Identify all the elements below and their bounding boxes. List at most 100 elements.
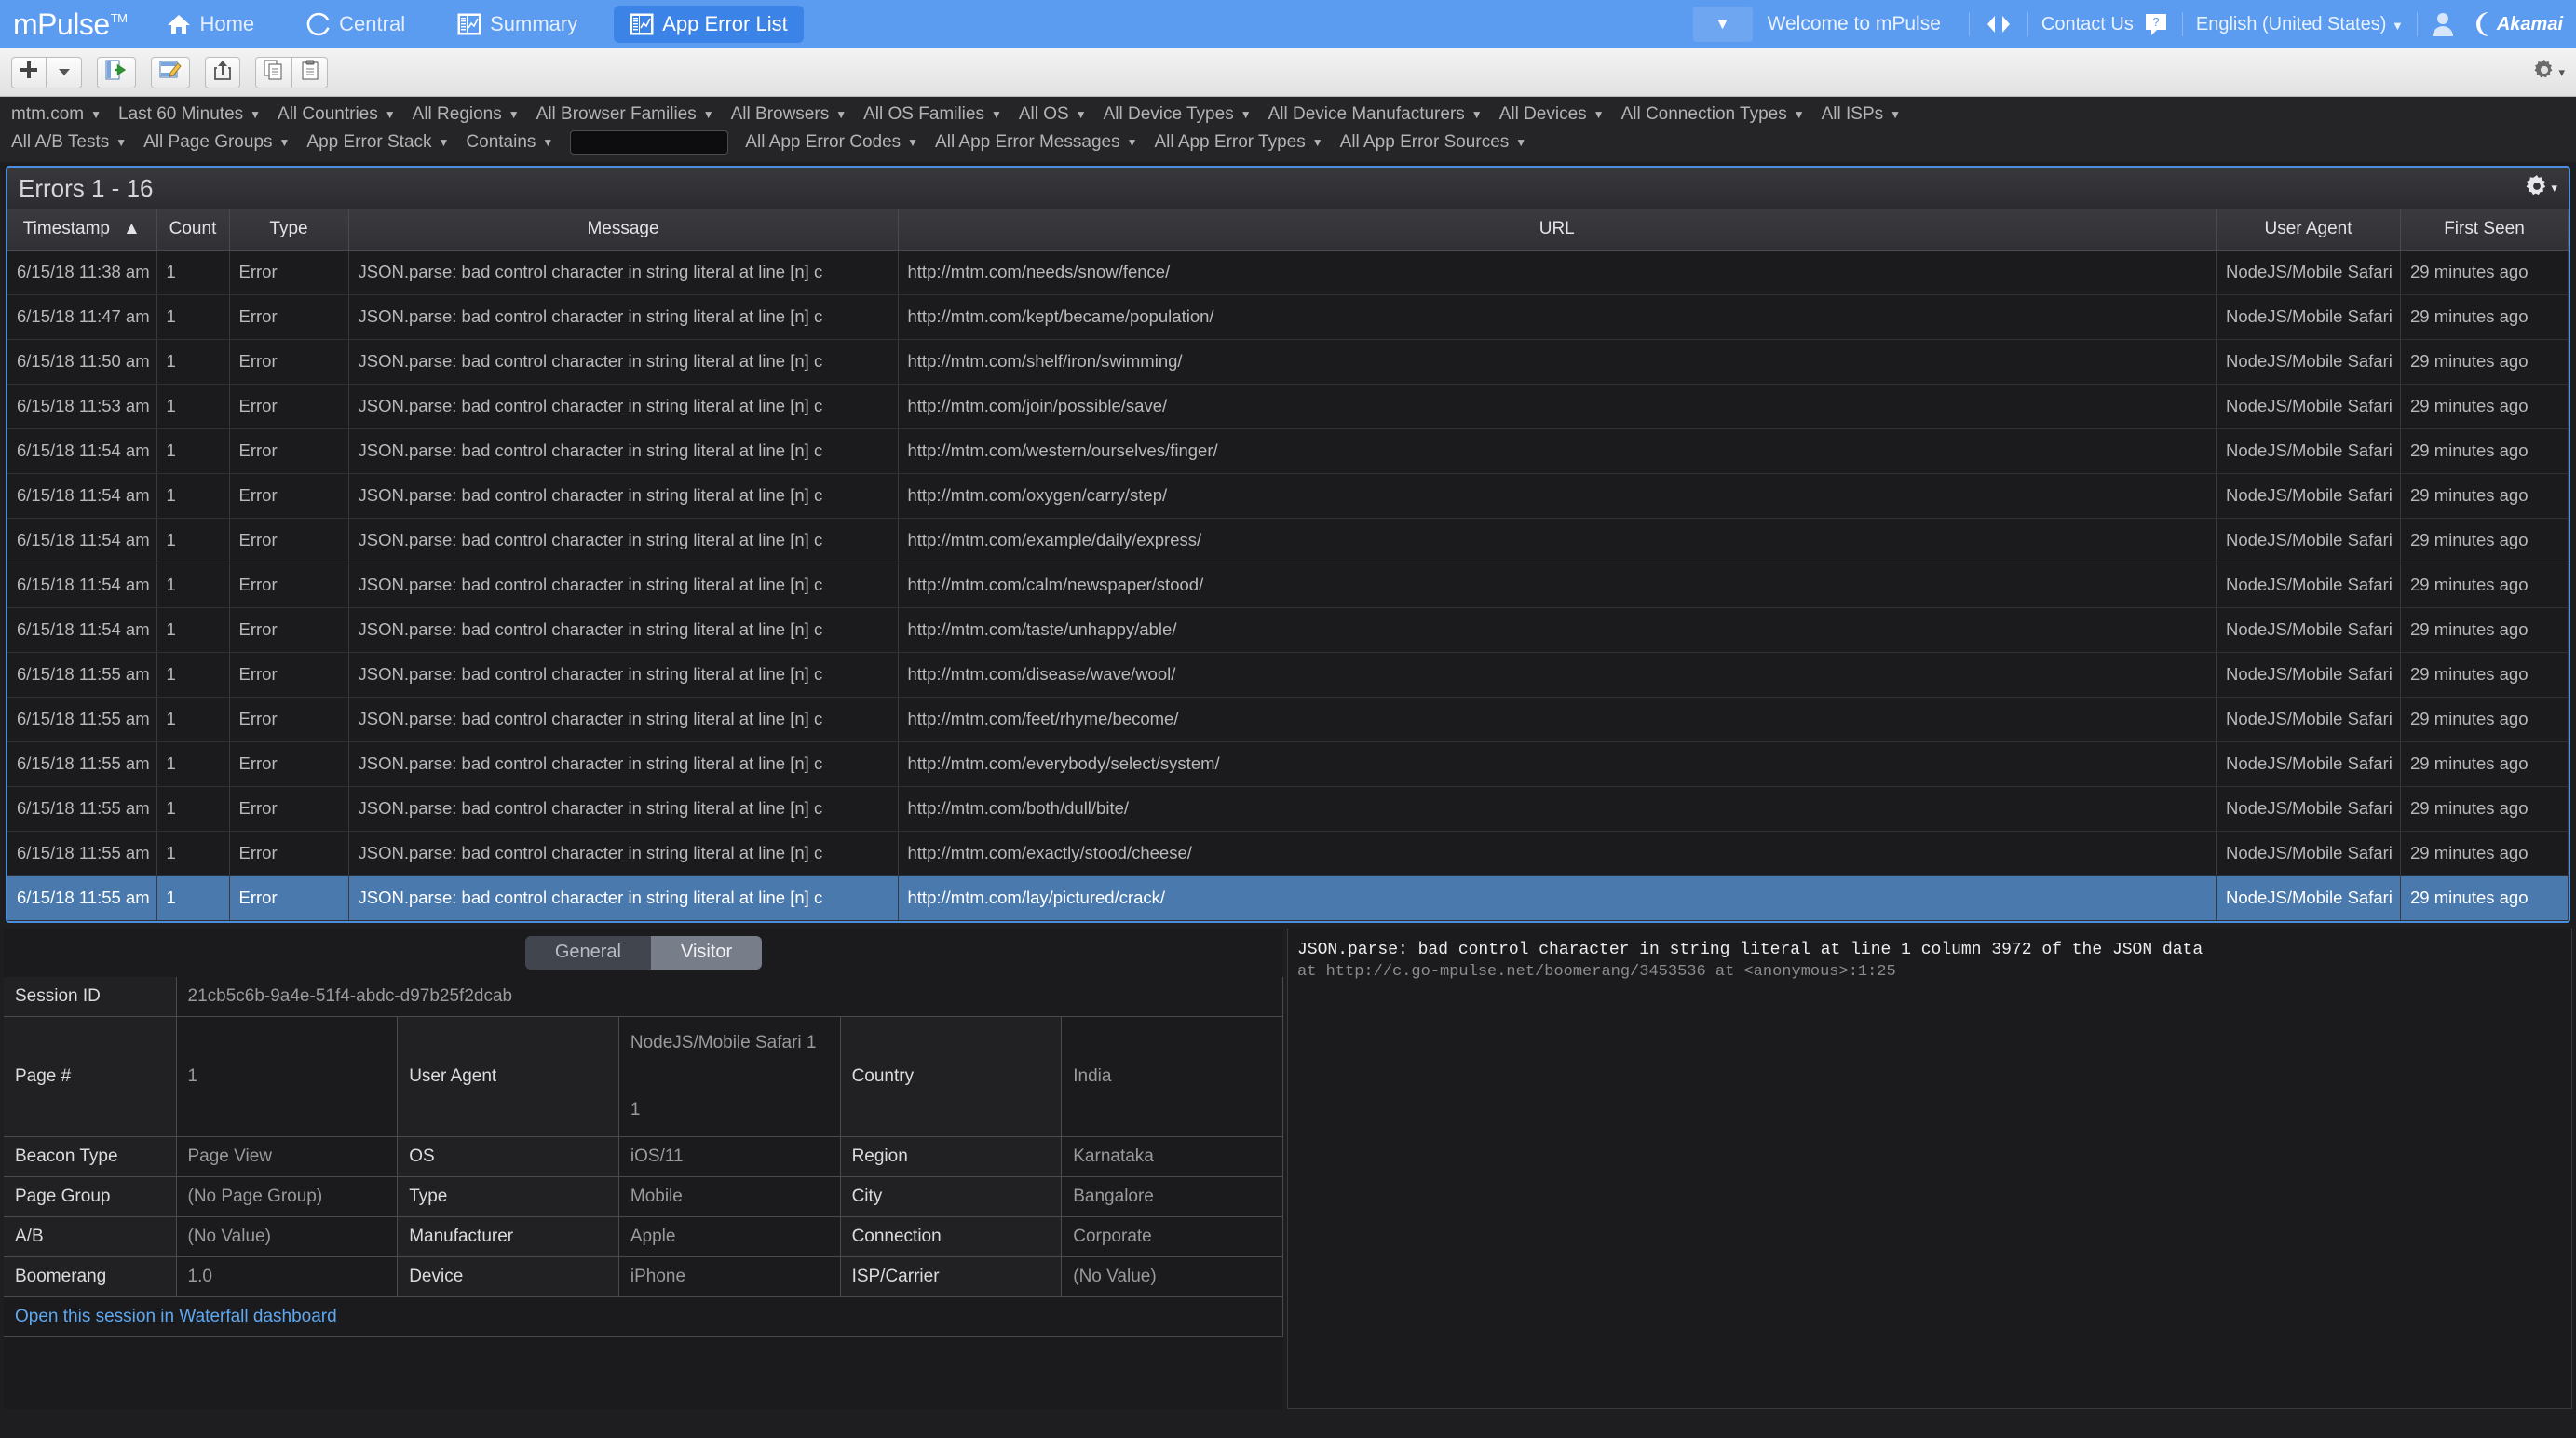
toolbar-settings-button[interactable]: ▾ [2533, 59, 2565, 86]
contact-us-link[interactable]: Contact Us [2041, 14, 2134, 35]
language-selector[interactable]: English (United States) ▼ [2196, 14, 2404, 35]
table-row[interactable]: 6/15/18 11:53 am 1 Error JSON.parse: bad co… [7, 384, 2569, 429]
mpulse-logo[interactable]: mPulse TM [0, 7, 128, 42]
help-icon[interactable]: ? [2143, 11, 2169, 37]
cell-count: 1 [156, 741, 230, 787]
nav-tab-home[interactable]: Home [151, 6, 270, 43]
caret-down-icon: ▼ [1593, 108, 1605, 121]
add-dropdown-button[interactable] [47, 56, 82, 88]
open-dashboard-button[interactable] [97, 56, 136, 88]
open-waterfall-dashboard-link[interactable]: Open this session in Waterfall dashboard [15, 1307, 337, 1326]
filter-all-browsers[interactable]: All Browsers ▼ [731, 102, 847, 127]
column-header-count[interactable]: Count [156, 209, 230, 251]
table-row[interactable]: 6/15/18 11:55 am 1 Error JSON.parse: bad co… [7, 831, 2569, 876]
filter-all-app-error-messages[interactable]: All App Error Messages ▼ [935, 130, 1137, 155]
table-row[interactable]: 6/15/18 11:55 am 1 Error JSON.parse: bad co… [7, 741, 2569, 787]
filter-all-isps[interactable]: All ISPs ▼ [1822, 102, 1901, 127]
cell-user-agent: NodeJS/Mobile Safari [2216, 294, 2401, 340]
table-row[interactable]: 6/15/18 11:54 am 1 Error JSON.parse: bad co… [7, 607, 2569, 653]
filter-label: All OS Families [863, 104, 984, 124]
filter-contains[interactable]: Contains ▼ [466, 130, 553, 155]
filter-all-app-error-types[interactable]: All App Error Types ▼ [1154, 130, 1322, 155]
paste-button[interactable] [292, 56, 328, 88]
table-row[interactable]: 6/15/18 11:54 am 1 Error JSON.parse: bad co… [7, 473, 2569, 519]
add-button[interactable] [11, 56, 47, 88]
akamai-logo: Akamai [2470, 10, 2563, 38]
add-button-group [11, 56, 82, 88]
nav-overflow-button[interactable]: ▼ [1692, 7, 1753, 42]
filter-all-regions[interactable]: All Regions ▼ [413, 102, 520, 127]
code-brackets-icon[interactable] [1983, 14, 2014, 34]
filter-all-os[interactable]: All OS ▼ [1019, 102, 1087, 127]
table-row[interactable]: 6/15/18 11:55 am 1 Error JSON.parse: bad co… [7, 697, 2569, 742]
filter-all-devices[interactable]: All Devices ▼ [1499, 102, 1605, 127]
tab-general[interactable]: General [524, 935, 651, 970]
divider [2027, 12, 2028, 36]
column-header-url[interactable]: URL [898, 209, 2217, 251]
filter-app-error-stack[interactable]: App Error Stack ▼ [306, 130, 449, 155]
session-details-panel: General Visitor Session ID 21cb5c6b-9a4e-… [4, 928, 1283, 1409]
edit-button[interactable] [151, 56, 190, 88]
filter-all-app-error-codes[interactable]: All App Error Codes ▼ [745, 130, 918, 155]
table-row[interactable]: 6/15/18 11:54 am 1 Error JSON.parse: bad co… [7, 428, 2569, 474]
details-table: Session ID 21cb5c6b-9a4e-51f4-abdc-d97b25… [4, 976, 1283, 1337]
filter-search-input[interactable] [570, 130, 729, 155]
cell-count: 1 [156, 339, 230, 385]
detail-value: NodeJS/Mobile Safari 1 1 [618, 1016, 841, 1137]
column-header-first-seen[interactable]: First Seen [2400, 209, 2569, 251]
table-row[interactable]: 6/15/18 11:55 am 1 Error JSON.parse: bad co… [7, 652, 2569, 698]
filter-all-browser-families[interactable]: All Browser Families ▼ [536, 102, 714, 127]
cell-type: Error [229, 786, 349, 832]
cell-type: Error [229, 294, 349, 340]
caret-down-icon: ▼ [1890, 108, 1902, 121]
cell-timestamp: 6/15/18 11:55 am [7, 697, 157, 742]
nav-tab-summary[interactable]: Summary [441, 6, 593, 43]
filter-all-countries[interactable]: All Countries ▼ [278, 102, 396, 127]
nav-tab-app-error-list[interactable]: App Error List [614, 6, 804, 43]
cell-timestamp: 6/15/18 11:53 am [7, 384, 157, 429]
caret-down-icon: ▼ [990, 108, 1002, 121]
table-row[interactable]: 6/15/18 11:50 am 1 Error JSON.parse: bad co… [7, 339, 2569, 385]
filter-all-device-types[interactable]: All Device Types ▼ [1104, 102, 1252, 127]
filter-label: All App Error Sources [1339, 132, 1510, 152]
caret-down-icon: ▼ [1515, 136, 1527, 149]
column-header-timestamp[interactable]: Timestamp ▲ [7, 209, 157, 251]
table-row[interactable]: 6/15/18 11:54 am 1 Error JSON.parse: bad co… [7, 563, 2569, 608]
filter-all-os-families[interactable]: All OS Families ▼ [863, 102, 1002, 127]
filter-all-app-error-sources[interactable]: All App Error Sources ▼ [1340, 130, 1527, 155]
detail-key: City [840, 1176, 1063, 1217]
cell-url: http://mtm.com/lay/pictured/crack/ [898, 875, 2217, 921]
filter-label: All App Error Codes [745, 132, 902, 152]
errors-panel-settings-button[interactable]: ▾ [2525, 174, 2557, 203]
user-avatar-icon[interactable] [2431, 11, 2455, 37]
filter-mtm-com[interactable]: mtm.com ▼ [11, 102, 102, 127]
filter-all-connection-types[interactable]: All Connection Types ▼ [1621, 102, 1805, 127]
detail-value: iPhone [618, 1256, 841, 1297]
filter-last-60-minutes[interactable]: Last 60 Minutes ▼ [118, 102, 261, 127]
filter-label: All Countries [278, 104, 378, 124]
cell-timestamp: 6/15/18 11:50 am [7, 339, 157, 385]
cell-count: 1 [156, 875, 230, 921]
table-row[interactable]: 6/15/18 11:47 am 1 Error JSON.parse: bad co… [7, 294, 2569, 340]
table-row[interactable]: 6/15/18 11:55 am 1 Error JSON.parse: bad co… [7, 875, 2569, 921]
nav-tab-central[interactable]: Central [291, 6, 421, 43]
copy-button[interactable] [255, 56, 292, 88]
filter-all-page-groups[interactable]: All Page Groups ▼ [143, 130, 290, 155]
detail-value: Corporate [1061, 1216, 1283, 1257]
filter-all-a-b-tests[interactable]: All A/B Tests ▼ [11, 130, 127, 155]
cell-count: 1 [156, 786, 230, 832]
share-button[interactable] [205, 56, 240, 88]
cell-type: Error [229, 518, 349, 563]
column-header-message[interactable]: Message [348, 209, 899, 251]
details-row-waterfall-link: Open this session in Waterfall dashboard [4, 1296, 1283, 1337]
cell-type: Error [229, 741, 349, 787]
table-row[interactable]: 6/15/18 11:54 am 1 Error JSON.parse: bad co… [7, 518, 2569, 563]
column-header-user-agent[interactable]: User Agent [2216, 209, 2401, 251]
filter-all-device-manufacturers[interactable]: All Device Manufacturers ▼ [1268, 102, 1483, 127]
table-row[interactable]: 6/15/18 11:38 am 1 Error JSON.parse: bad co… [7, 250, 2569, 295]
tab-visitor[interactable]: Visitor [650, 935, 763, 970]
table-row[interactable]: 6/15/18 11:55 am 1 Error JSON.parse: bad co… [7, 786, 2569, 832]
column-header-type[interactable]: Type [229, 209, 349, 251]
circle-icon [306, 12, 331, 36]
cell-count: 1 [156, 428, 230, 474]
